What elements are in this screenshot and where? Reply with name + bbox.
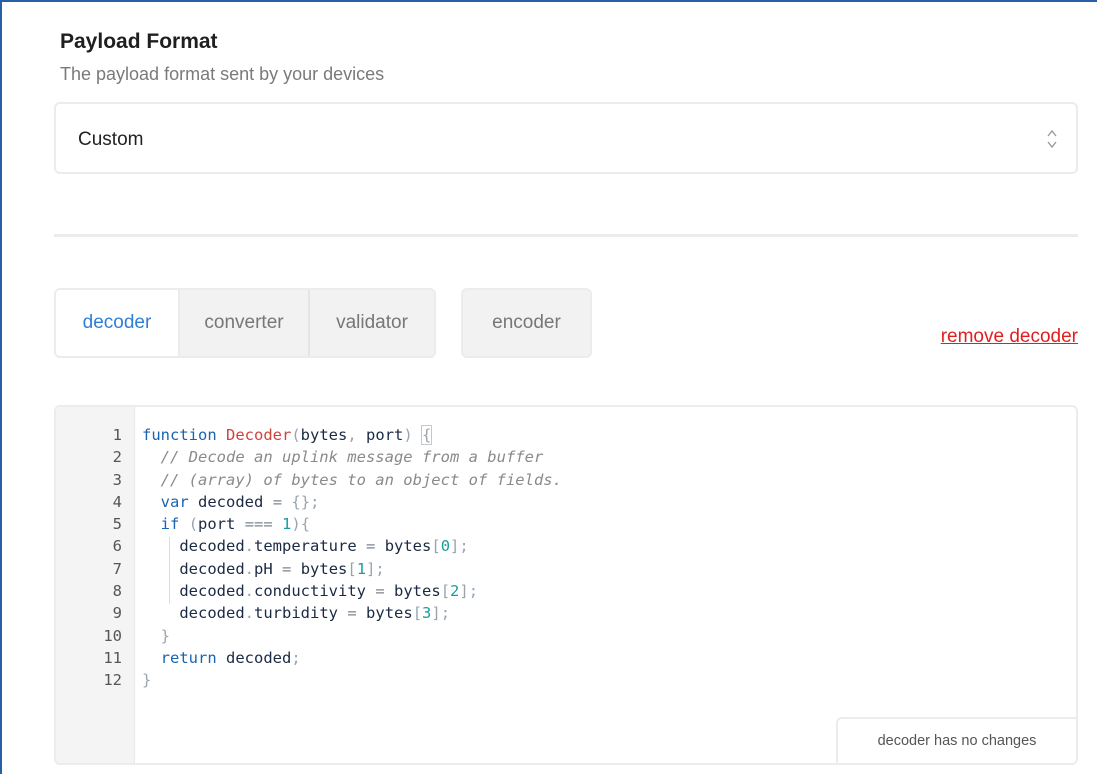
tab-encoder[interactable]: encoder — [461, 288, 592, 358]
code-line: 6 decoded.temperature = bytes[0]; — [56, 537, 1076, 559]
payload-format-title: Payload Format — [60, 30, 218, 53]
code-line: 11 return decoded; — [56, 649, 1076, 671]
code-line: 3 // (array) of bytes to an object of fi… — [56, 471, 1076, 493]
function-tabs: decoder converter validator — [54, 288, 436, 358]
code-text: function Decoder(bytes, port) { — [142, 425, 433, 445]
code-text: decoded.pH = bytes[1]; — [179, 559, 385, 578]
payload-format-description: The payload format sent by your devices — [60, 64, 385, 84]
line-number: 2 — [112, 448, 122, 467]
section-divider — [54, 234, 1078, 237]
line-number: 9 — [112, 604, 122, 623]
line-number: 8 — [112, 582, 122, 601]
window-frame-left — [0, 0, 2, 774]
editor-status: decoder has no changes — [836, 717, 1076, 763]
line-number: 12 — [103, 671, 122, 690]
code-lines: 1 function Decoder(bytes, port) { 2 // Dec… — [56, 425, 1076, 694]
code-text: if (port === 1){ — [160, 515, 311, 534]
tab-converter[interactable]: converter — [180, 290, 310, 356]
code-line: 1 function Decoder(bytes, port) { — [56, 425, 1076, 448]
payload-format-select[interactable]: Custom — [54, 102, 1078, 174]
line-number: 7 — [112, 559, 122, 578]
line-number: 4 — [112, 492, 122, 511]
line-number: 11 — [103, 648, 122, 667]
window-frame-top — [0, 0, 1097, 2]
line-number: 5 — [112, 515, 122, 534]
code-line: 10 } — [56, 627, 1076, 649]
line-number: 1 — [112, 426, 122, 444]
code-line: 4 var decoded = {}; — [56, 493, 1076, 515]
code-text: decoded.temperature = bytes[0]; — [179, 537, 469, 556]
tab-decoder[interactable]: decoder — [56, 290, 180, 356]
code-text: decoded.conductivity = bytes[2]; — [179, 582, 479, 601]
code-text: } — [142, 671, 152, 690]
line-number: 6 — [112, 537, 122, 556]
code-line: 2 // Decode an uplink message from a buf… — [56, 448, 1076, 470]
payload-format-selected-value: Custom — [78, 129, 144, 150]
code-line: 7 decoded.pH = bytes[1]; — [56, 560, 1076, 582]
code-line: 8 decoded.conductivity = bytes[2]; — [56, 582, 1076, 604]
sort-arrows-icon — [1047, 129, 1057, 149]
line-number: 10 — [103, 626, 122, 645]
remove-decoder-link[interactable]: remove decoder — [941, 326, 1078, 348]
code-text: decoded.turbidity = bytes[3]; — [179, 604, 451, 623]
code-editor[interactable]: 1 function Decoder(bytes, port) { 2 // Dec… — [54, 405, 1078, 765]
code-line: 12} — [56, 671, 1076, 693]
code-text: // Decode an uplink message from a buffe… — [160, 448, 544, 467]
code-text: return decoded; — [160, 648, 301, 667]
code-text: } — [160, 626, 171, 645]
tab-validator[interactable]: validator — [310, 290, 434, 356]
code-line: 9 decoded.turbidity = bytes[3]; — [56, 604, 1076, 626]
code-line: 5 if (port === 1){ — [56, 515, 1076, 537]
line-number: 3 — [112, 470, 122, 489]
code-text: var decoded = {}; — [160, 492, 320, 511]
code-text: // (array) of bytes to an object of fiel… — [160, 470, 562, 489]
